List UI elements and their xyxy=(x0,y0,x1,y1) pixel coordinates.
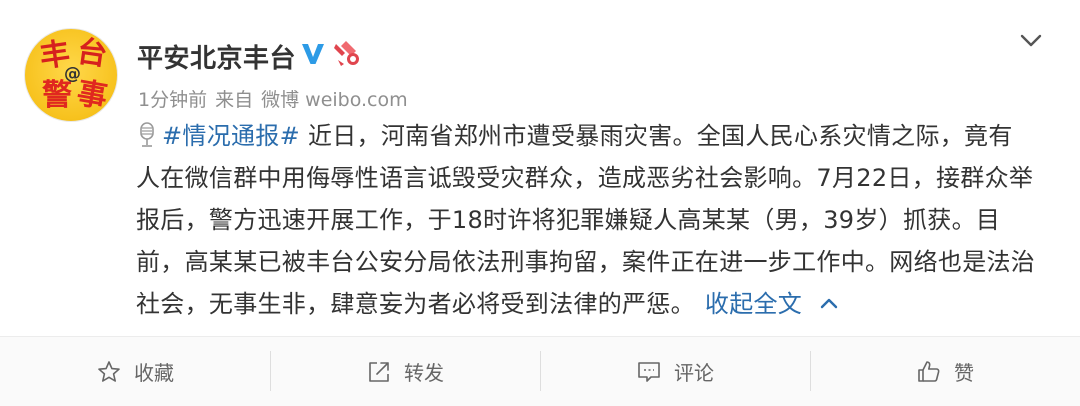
avatar-char-3: 警 xyxy=(42,78,72,113)
avatar[interactable]: 丰 台 警 事 @ xyxy=(24,28,118,122)
microphone-icon xyxy=(140,122,154,147)
thumbs-up-icon xyxy=(918,360,940,382)
post-time[interactable]: 1分钟前 xyxy=(138,89,207,111)
medal-icon[interactable] xyxy=(332,38,362,68)
author-name[interactable]: 平安北京丰台 xyxy=(137,38,296,75)
weibo-post-card: 丰 台 警 事 @ 平安北京丰台 1分钟前 来自 微博 weibo.com #情况通… xyxy=(0,0,1080,406)
comment-label: 评论 xyxy=(674,361,714,385)
favorite-button[interactable]: 收藏 xyxy=(0,337,270,406)
post-source: 微博 weibo.com xyxy=(261,89,408,111)
chevron-up-icon[interactable] xyxy=(818,294,840,312)
chevron-down-icon[interactable] xyxy=(1017,26,1045,54)
collapse-link[interactable]: 收起全文 xyxy=(705,290,802,318)
repost-label: 转发 xyxy=(404,361,444,385)
star-icon xyxy=(98,360,120,382)
action-bar: 收藏 转发 评论 赞 xyxy=(0,337,1080,406)
favorite-label: 收藏 xyxy=(134,361,174,385)
like-label: 赞 xyxy=(954,361,974,385)
verified-v-badge-icon[interactable] xyxy=(300,41,326,67)
topic-link[interactable]: #情况通报# xyxy=(162,122,300,150)
avatar-at-sign: @ xyxy=(64,64,81,84)
share-icon xyxy=(369,361,389,382)
comment-button[interactable]: 评论 xyxy=(540,337,810,406)
like-button[interactable]: 赞 xyxy=(810,337,1080,406)
repost-button[interactable]: 转发 xyxy=(270,337,540,406)
post-body-text: 近日，河南省郑州市遭受暴雨灾害。全国人民心系灾情之际，竟有人在微信群中用侮辱性语… xyxy=(136,122,1036,318)
comment-icon xyxy=(638,361,660,382)
post-meta: 1分钟前 来自 微博 weibo.com xyxy=(138,85,416,112)
post-content: #情况通报# 近日，河南省郑州市遭受暴雨灾害。全国人民心系灾情之际，竟有人在微信… xyxy=(136,115,1036,325)
source-prefix: 来自 xyxy=(215,89,254,111)
